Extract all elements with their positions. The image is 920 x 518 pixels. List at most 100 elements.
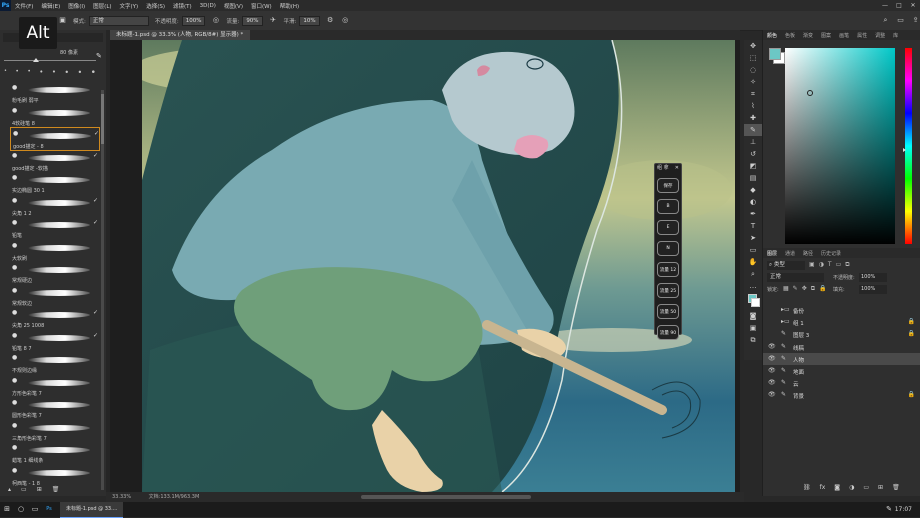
more-tools-icon[interactable]: … [744, 280, 762, 292]
marquee-tool-icon[interactable]: ⬚ [744, 52, 762, 64]
link-layers-icon[interactable]: ⛓ [803, 484, 811, 491]
stamp-tool-icon[interactable]: ⊥ [744, 136, 762, 148]
flow-field[interactable]: 90% [242, 15, 263, 26]
panel-button-b[interactable]: B [657, 199, 679, 214]
tab-history[interactable]: 历史记录 [817, 250, 845, 257]
hand-tool-icon[interactable]: ✋ [744, 256, 762, 268]
brush-preset-item[interactable]: ● 大软刷 [10, 240, 98, 262]
gear-icon[interactable]: ⚙ [326, 16, 335, 25]
zoom-readout[interactable]: 33.33% [112, 494, 131, 500]
type-filter-icon[interactable]: T [828, 261, 832, 269]
pen-tool-icon[interactable]: ✒ [744, 208, 762, 220]
maximize-button[interactable]: □ [892, 0, 906, 11]
tab-swatches[interactable]: 色板 [781, 32, 799, 39]
brush-preset-item[interactable]: ● 不规则边缘 [10, 352, 98, 374]
tab-layers[interactable]: 图层 [763, 250, 781, 257]
menu-select[interactable]: 选择(S) [142, 2, 169, 10]
canvas-area[interactable] [110, 40, 740, 492]
brush-preset-item[interactable]: ● 实边椭圆 30 1 [10, 172, 98, 194]
pressure-size-icon[interactable]: ◎ [341, 16, 350, 25]
screen-mode-icon[interactable]: ▣ [744, 322, 762, 334]
menu-edit[interactable]: 编辑(E) [37, 2, 64, 10]
menu-help[interactable]: 帮助(H) [276, 2, 303, 10]
color-swatches-icon[interactable] [744, 292, 762, 310]
smart-object-filter-icon[interactable]: ⧉ [845, 261, 849, 269]
delete-brush-icon[interactable]: 🗑 [52, 486, 60, 496]
tab-adjustments[interactable]: 调整 [871, 32, 889, 39]
task-view-icon[interactable]: ▭ [28, 502, 42, 517]
pressure-opacity-icon[interactable]: ◎ [211, 16, 220, 25]
layer-style-icon[interactable]: fx [820, 484, 826, 491]
artboard-icon[interactable]: ⧉ [744, 334, 762, 346]
visibility-eye-icon[interactable]: 👁 [768, 355, 776, 362]
windows-start-icon[interactable]: ⊞ [0, 502, 14, 517]
crop-tool-icon[interactable]: ⌗ [744, 88, 762, 100]
brush-preset-item[interactable]: ● good描定 - 8 ✓ [10, 127, 100, 151]
brush-options-icon[interactable]: ▴ [8, 486, 11, 496]
close-icon[interactable]: ✕ [675, 164, 679, 172]
eraser-tool-icon[interactable]: ◩ [744, 160, 762, 172]
history-brush-tool-icon[interactable]: ↺ [744, 148, 762, 160]
mode-select[interactable]: 正常 [88, 15, 149, 26]
dodge-tool-icon[interactable]: ◐ [744, 196, 762, 208]
layer-row[interactable]: 👁 ✎ 地面 [763, 365, 920, 377]
layer-row[interactable]: ▸▭ 备份 [763, 304, 920, 316]
panel-button-flow-25[interactable]: 流量 25 [657, 283, 679, 298]
taskbar-app-photoshop[interactable]: 未标题-1.psd @ 33.... [60, 501, 124, 518]
new-layer-icon[interactable]: ⊞ [878, 484, 883, 491]
tab-properties[interactable]: 属性 [853, 32, 871, 39]
visibility-eye-icon[interactable]: 👁 [768, 391, 776, 398]
pixel-filter-icon[interactable]: ▣ [809, 261, 815, 269]
brush-preset-item[interactable]: ● 圆形色彩笔 7 [10, 397, 98, 419]
blend-mode-select[interactable]: 正常 [767, 273, 824, 282]
tab-color[interactable]: 颜色 [763, 32, 781, 39]
layer-opacity-field[interactable]: 100% [859, 273, 887, 282]
zoom-tool-icon[interactable]: ⌕ [744, 268, 762, 280]
color-picker-field[interactable] [785, 48, 895, 244]
adjustment-filter-icon[interactable]: ◑ [819, 261, 824, 269]
quick-mask-icon[interactable]: ◙ [744, 310, 762, 322]
airbrush-icon[interactable]: ✈ [269, 16, 278, 25]
brush-size-slider-thumb[interactable] [33, 58, 39, 62]
layer-row[interactable]: 👁 ✎ 背景 🔒 [763, 389, 920, 401]
brush-size-slider[interactable] [4, 60, 96, 61]
brush-list-scroll-thumb[interactable] [101, 94, 104, 144]
heal-tool-icon[interactable]: ✚ [744, 112, 762, 124]
panel-button-flow-90[interactable]: 流量 90 [657, 325, 679, 340]
brush-preset-item[interactable]: ● 粉毛刷 弱平 [10, 82, 98, 104]
brush-preset-item[interactable]: ● 常规软边 [10, 285, 98, 307]
panel-button-save[interactable]: 保存 [657, 178, 679, 193]
opacity-field[interactable]: 100% [181, 15, 206, 26]
layer-row[interactable]: 👁 ✎ 云 [763, 377, 920, 389]
brush-settings-icon[interactable]: ▣ [58, 16, 67, 25]
new-brush-icon[interactable]: ⊞ [37, 486, 42, 496]
color-picker-cursor[interactable] [807, 90, 813, 96]
lock-position-icon[interactable]: ✥ [802, 285, 807, 293]
tab-paths[interactable]: 路径 [799, 250, 817, 257]
painting-canvas[interactable] [142, 40, 735, 492]
search-icon[interactable]: ○ [14, 502, 28, 517]
brush-preset-item[interactable]: ● 4软硅笔 8 [10, 105, 98, 127]
menu-filter[interactable]: 滤镜(T) [169, 2, 196, 10]
brush-preset-item[interactable]: ● 尖角 1 2 ✓ [10, 195, 98, 217]
share-icon[interactable]: ⇪ [911, 16, 920, 25]
hue-slider[interactable] [903, 48, 912, 244]
brush-preset-item[interactable]: ● 常规硬边 [10, 262, 98, 284]
brush-preset-item[interactable]: ● 蜡笔 1 细线条 [10, 442, 98, 464]
hue-slider-thumb[interactable] [903, 148, 906, 152]
horizontal-scrollbar[interactable] [361, 495, 531, 499]
layer-row[interactable]: 👁 ✎ 人物 [763, 352, 920, 365]
blur-tool-icon[interactable]: ◆ [744, 184, 762, 196]
float-panel-header[interactable]: 组 拿 ✕ [655, 164, 681, 172]
lasso-tool-icon[interactable]: ◌ [744, 64, 762, 76]
search-icon[interactable]: ⌕ [881, 16, 890, 25]
menu-layer[interactable]: 图层(L) [89, 2, 115, 10]
panel-button-flow-50[interactable]: 流量 50 [657, 304, 679, 319]
brush-preset-item[interactable]: ● 三角形色彩笔 7 [10, 420, 98, 442]
panel-button-e[interactable]: E [657, 220, 679, 235]
menu-image[interactable]: 图像(I) [64, 2, 89, 10]
photoshop-taskbar-icon[interactable]: Ps [42, 502, 56, 517]
workspace-icon[interactable]: ▭ [896, 16, 905, 25]
brush-preset-item[interactable]: ● 铅笔 8 7 ✓ [10, 330, 98, 352]
new-group-icon[interactable]: ▭ [863, 484, 869, 491]
